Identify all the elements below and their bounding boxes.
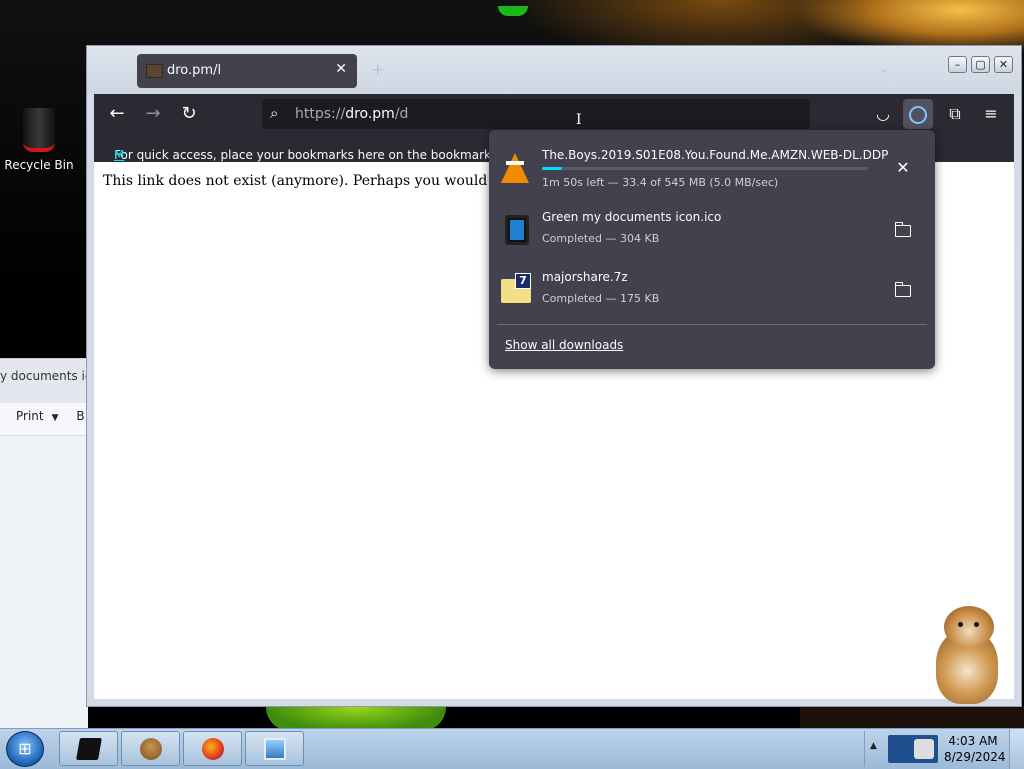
desktop-icon-label: Recycle Bin xyxy=(4,158,74,172)
toolbar-next-item[interactable]: B xyxy=(76,409,84,423)
recycle-bin-icon xyxy=(23,108,55,152)
hamster-eye xyxy=(958,622,963,627)
url-bar[interactable]: ⌕ https://dro.pm/d xyxy=(262,99,810,129)
tab-active[interactable]: dro.pm/l ✕ xyxy=(137,54,357,88)
url-host: dro.pm xyxy=(345,106,395,122)
downloads-panel: The.Boys.2019.S01E08.You.Found.Me.AMZN.W… xyxy=(489,130,935,369)
tab-title: dro.pm/l xyxy=(167,63,222,78)
background-explorer-window[interactable]: y documents ico Print ▼ B xyxy=(0,358,88,729)
cancel-download-icon[interactable]: ✕ xyxy=(891,156,915,180)
download-status: Completed — 175 KB xyxy=(542,292,660,305)
download-status: 1m 50s left — 33.4 of 545 MB (5.0 MB/sec… xyxy=(542,176,779,189)
taskbar-app-picture[interactable] xyxy=(245,731,304,766)
reload-icon[interactable]: ↻ xyxy=(176,102,202,126)
taskbar-app-firefox[interactable] xyxy=(183,731,242,766)
print-label: Print xyxy=(16,409,44,423)
tray-icons[interactable] xyxy=(888,735,938,763)
show-all-downloads-link[interactable]: Show all downloads xyxy=(505,338,623,352)
download-progress-fill xyxy=(542,167,562,170)
open-folder-icon[interactable] xyxy=(891,218,915,242)
download-item[interactable]: 7 majorshare.7z Completed — 175 KB xyxy=(497,262,927,318)
new-tab-icon[interactable]: + xyxy=(371,60,384,79)
hamster-eye xyxy=(974,622,979,627)
window-controls: – ▢ ✕ xyxy=(944,53,1013,73)
url-text: https://dro.pm/d xyxy=(295,106,408,122)
maximize-button[interactable]: ▢ xyxy=(971,56,990,73)
show-hidden-icons-icon[interactable]: ▲ xyxy=(870,741,877,751)
caret-down-icon: ▼ xyxy=(51,413,59,423)
black-box-app-icon xyxy=(76,738,102,760)
taskbar-app-hamster[interactable] xyxy=(121,731,180,766)
background-window-title: y documents ico xyxy=(0,359,88,403)
download-item[interactable]: The.Boys.2019.S01E08.You.Found.Me.AMZN.W… xyxy=(497,140,927,196)
text-cursor-icon: I xyxy=(576,112,582,128)
manage-bookmarks-link[interactable]: M xyxy=(114,148,124,162)
list-all-tabs-icon[interactable]: ⌄ xyxy=(879,62,888,75)
navigation-toolbar: ← → ↻ ⌕ https://dro.pm/d ◡ ⧉ ≡ xyxy=(94,94,1014,134)
minimize-button[interactable]: – xyxy=(948,56,967,73)
download-progress-bar xyxy=(542,167,868,170)
tab-strip: dro.pm/l ✕ + ⌄ – ▢ ✕ xyxy=(87,46,1021,94)
hamster-mascot xyxy=(926,606,1006,706)
firefox-icon xyxy=(202,738,224,760)
forward-arrow-icon[interactable]: → xyxy=(140,102,166,126)
taskbar-app-box[interactable] xyxy=(59,731,118,766)
page-message: This link does not exist (anymore). Perh… xyxy=(103,173,528,189)
search-icon: ⌕ xyxy=(270,104,279,122)
favicon-icon xyxy=(146,64,163,78)
picture-viewer-icon xyxy=(264,738,286,760)
7z-archive-icon: 7 xyxy=(501,273,531,305)
vlc-media-icon xyxy=(501,153,531,183)
download-status: Completed — 304 KB xyxy=(542,232,660,245)
clock-date: 8/29/2024 xyxy=(944,750,1006,764)
menu-hamburger-icon[interactable]: ≡ xyxy=(978,102,1004,126)
open-folder-icon[interactable] xyxy=(891,278,915,302)
show-desktop-button[interactable] xyxy=(1009,729,1024,769)
clock-time: 4:03 AM xyxy=(948,734,998,748)
extensions-icon[interactable]: ⧉ xyxy=(942,102,968,126)
hamster-app-icon xyxy=(140,738,162,760)
download-filename: majorshare.7z xyxy=(542,270,628,284)
back-arrow-icon[interactable]: ← xyxy=(104,102,130,126)
background-window-toolbar: Print ▼ B xyxy=(0,403,88,436)
close-window-button[interactable]: ✕ xyxy=(994,56,1013,73)
bookmarks-hint-text: For quick access, place your bookmarks h… xyxy=(114,148,547,162)
desktop-icon-recycle-bin[interactable]: Recycle Bin xyxy=(4,108,74,172)
hamster-head xyxy=(944,606,994,648)
taskbar-clock[interactable]: 4:03 AM 8/29/2024 xyxy=(944,733,1006,765)
url-path: /d xyxy=(394,106,409,122)
start-button[interactable]: ⊞ xyxy=(6,731,44,767)
wallpaper-detail-bottom xyxy=(800,706,1024,728)
download-item[interactable]: Green my documents icon.ico Completed — … xyxy=(497,202,927,258)
tray-separator xyxy=(864,731,865,767)
panel-divider xyxy=(497,324,927,325)
taskbar: ⊞ ▲ 4:03 AM 8/29/2024 xyxy=(0,728,1024,769)
download-filename: The.Boys.2019.S01E08.You.Found.Me.AMZN.W… xyxy=(542,148,888,162)
pocket-icon[interactable]: ◡ xyxy=(870,102,896,126)
tab-close-icon[interactable]: ✕ xyxy=(335,61,347,77)
download-progress-icon xyxy=(909,105,927,124)
ico-file-icon xyxy=(505,215,535,245)
url-scheme: https:// xyxy=(295,106,346,122)
downloads-button[interactable] xyxy=(903,99,933,129)
download-filename: Green my documents icon.ico xyxy=(542,210,722,224)
print-menu-button[interactable]: Print ▼ xyxy=(16,409,59,423)
